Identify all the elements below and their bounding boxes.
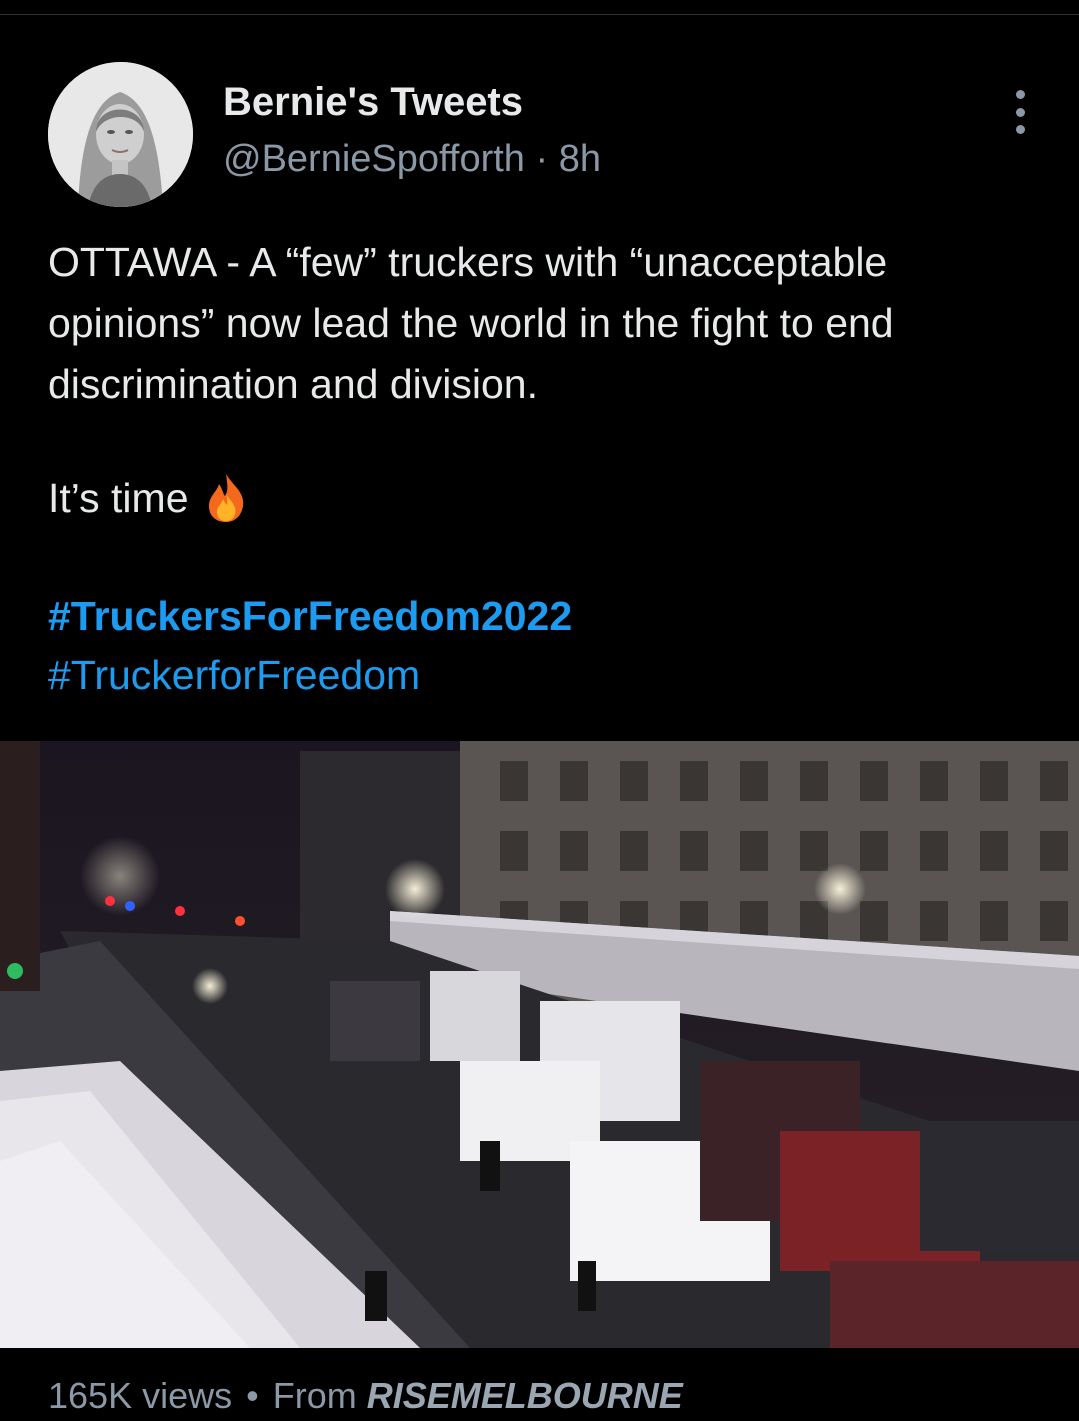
from-label: From: [272, 1375, 357, 1416]
user-handle[interactable]: @BernieSpofforth: [223, 138, 525, 180]
tweet-time[interactable]: 8h: [559, 138, 601, 180]
video-source-link[interactable]: RISEMELBOURNE: [367, 1375, 683, 1416]
tweet-text: OTTAWA - A “few” truckers with “unaccept…: [48, 232, 1048, 415]
tweet-text-line: discrimination and division.: [48, 361, 538, 407]
view-count: 165K views: [48, 1375, 233, 1416]
meta-separator: ·: [535, 138, 549, 180]
video-footer: 165K views • From RISEMELBOURNE: [48, 1375, 683, 1417]
top-divider: [0, 14, 1079, 15]
more-options-icon[interactable]: [1003, 90, 1037, 134]
tweet-text-line: It’s time: [48, 474, 189, 521]
fire-icon: [208, 474, 243, 522]
tweet-text-line: OTTAWA - A “few” truckers with “unaccept…: [48, 239, 888, 285]
video-thumbnail: [0, 741, 1079, 1348]
avatar[interactable]: [48, 62, 193, 207]
display-name[interactable]: Bernie's Tweets: [223, 80, 523, 125]
avatar-portrait: [48, 62, 193, 207]
footer-bullet: •: [246, 1375, 259, 1416]
tweet-text-line: opinions” now lead the world in the figh…: [48, 300, 894, 346]
hashtag-link[interactable]: #TruckersForFreedom2022: [48, 593, 572, 640]
tweet-meta: @BernieSpofforth · 8h: [223, 138, 601, 181]
hashtag-link[interactable]: #TruckerforFreedom: [48, 652, 420, 699]
video-player[interactable]: [0, 741, 1079, 1348]
tweet-text-second: It’s time: [48, 472, 247, 524]
